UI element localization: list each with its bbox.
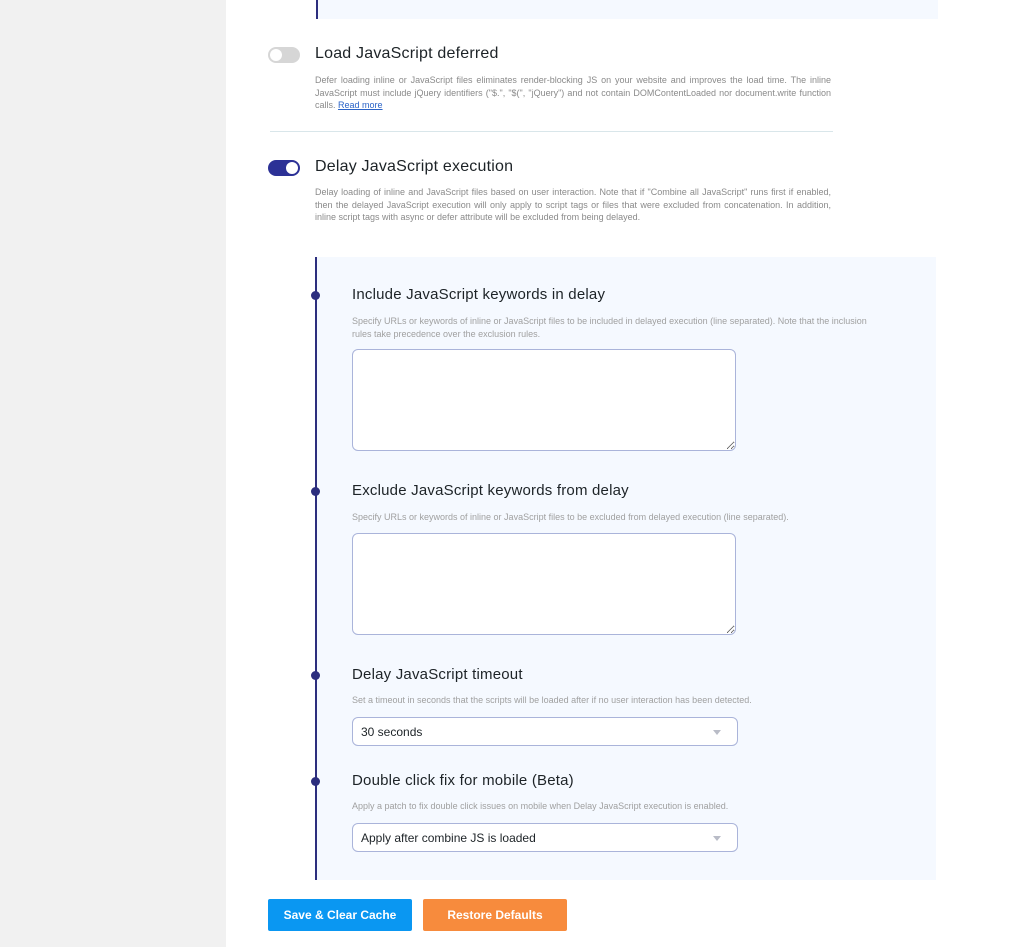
include-keywords-textarea[interactable]: [352, 349, 736, 451]
chevron-down-icon: [713, 730, 721, 735]
previous-section-panel: [316, 0, 938, 19]
timeline-dot: [311, 487, 320, 496]
double-click-fix-selected-value: Apply after combine JS is loaded: [361, 831, 536, 845]
exclude-keywords-description: Specify URLs or keywords of inline or Ja…: [352, 512, 789, 522]
read-more-link[interactable]: Read more: [338, 100, 383, 110]
double-click-fix-description: Apply a patch to fix double click issues…: [352, 801, 729, 811]
timeline-dot: [311, 777, 320, 786]
left-sidebar-background: [0, 0, 226, 947]
delay-js-toggle[interactable]: [268, 160, 300, 176]
exclude-keywords-textarea[interactable]: [352, 533, 736, 635]
delay-js-description: Delay loading of inline and JavaScript f…: [315, 187, 831, 222]
deferred-js-description: Defer loading inline or JavaScript files…: [315, 74, 831, 112]
timeout-select[interactable]: 30 seconds: [352, 717, 738, 746]
timeout-description: Set a timeout in seconds that the script…: [352, 695, 752, 705]
save-clear-cache-button[interactable]: Save & Clear Cache: [268, 899, 412, 931]
include-keywords-title: Include JavaScript keywords in delay: [352, 286, 606, 303]
timeout-title: Delay JavaScript timeout: [352, 666, 523, 683]
include-keywords-description: Specify URLs or keywords of inline or Ja…: [352, 316, 867, 339]
delay-js-title: Delay JavaScript execution: [315, 158, 514, 175]
exclude-keywords-title: Exclude JavaScript keywords from delay: [352, 482, 629, 499]
toggle-knob: [270, 49, 282, 61]
section-divider: [270, 131, 833, 132]
deferred-js-description-text: Defer loading inline or JavaScript files…: [315, 75, 831, 110]
deferred-js-title: Load JavaScript deferred: [315, 45, 499, 62]
double-click-fix-title: Double click fix for mobile (Beta): [352, 772, 574, 789]
deferred-js-toggle[interactable]: [268, 47, 300, 63]
double-click-fix-select[interactable]: Apply after combine JS is loaded: [352, 823, 738, 852]
timeout-selected-value: 30 seconds: [361, 725, 423, 739]
toggle-knob: [286, 162, 298, 174]
chevron-down-icon: [713, 836, 721, 841]
timeline-dot: [311, 671, 320, 680]
restore-defaults-button[interactable]: Restore Defaults: [423, 899, 567, 931]
timeline-dot: [311, 291, 320, 300]
options-timeline: [315, 257, 317, 880]
